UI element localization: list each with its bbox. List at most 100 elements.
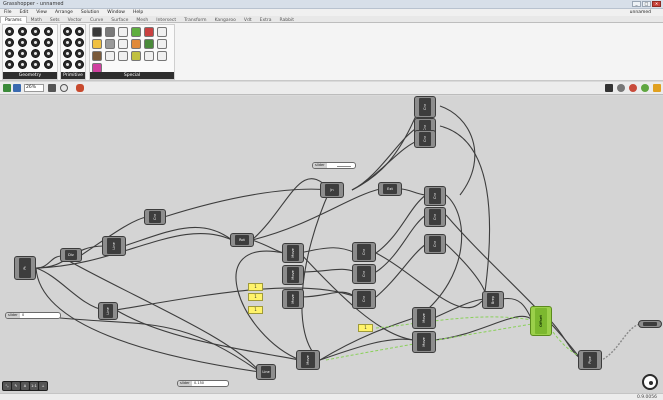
- move-node-5[interactable]: Move: [412, 331, 436, 353]
- mesh-param-icon[interactable]: [18, 49, 27, 58]
- gradient-icon[interactable]: [131, 27, 141, 37]
- point-param-icon[interactable]: [5, 27, 14, 36]
- control-knob-icon[interactable]: [92, 51, 102, 61]
- number-slider-bottom[interactable]: slider 0.150: [177, 380, 229, 387]
- path-param-icon[interactable]: [75, 60, 84, 69]
- curve-node-9[interactable]: Crv: [424, 207, 446, 227]
- slider-icon[interactable]: [105, 39, 115, 49]
- boolean-toggle-icon[interactable]: [92, 27, 102, 37]
- curve-node-5[interactable]: Crv: [414, 96, 436, 118]
- divide-node[interactable]: Div: [60, 248, 82, 262]
- value-list-icon[interactable]: [131, 51, 141, 61]
- document-name[interactable]: unnamed: [626, 9, 655, 15]
- point-node[interactable]: Pt: [14, 256, 36, 280]
- extend-node[interactable]: Ext: [378, 182, 402, 196]
- curve-node-7[interactable]: Crv: [414, 130, 436, 148]
- rotate-node[interactable]: Rot: [230, 233, 254, 247]
- no-preview-icon[interactable]: [605, 84, 613, 92]
- line-node-3[interactable]: Line: [256, 364, 276, 380]
- curve-node-8[interactable]: Crv: [424, 186, 446, 206]
- move-node-1[interactable]: Move: [282, 243, 304, 263]
- zoom-reset-icon[interactable]: 1:1: [30, 382, 38, 390]
- preview-param-node[interactable]: [638, 320, 662, 328]
- panel-3[interactable]: 1: [248, 306, 263, 314]
- surface-param-icon[interactable]: [31, 49, 40, 58]
- curve-node-10[interactable]: Crv: [424, 234, 446, 254]
- image-sampler-icon[interactable]: [144, 39, 154, 49]
- box-param-icon[interactable]: [44, 38, 53, 47]
- panel-1[interactable]: 1: [248, 283, 263, 291]
- boolean-param-icon[interactable]: [63, 27, 72, 36]
- curve-node-2[interactable]: Crv: [352, 242, 376, 262]
- move-node-6[interactable]: Move: [296, 350, 320, 370]
- pipe-node[interactable]: Pipe: [578, 350, 602, 370]
- minimize-button[interactable]: _: [632, 1, 641, 7]
- colour-swatch-icon[interactable]: [144, 27, 154, 37]
- integer-param-icon[interactable]: [75, 27, 84, 36]
- circle-param-icon[interactable]: [31, 27, 40, 36]
- menu-help[interactable]: Help: [129, 9, 147, 15]
- number-param-icon[interactable]: [63, 38, 72, 47]
- move-node-2[interactable]: Move: [282, 265, 304, 285]
- graph-canvas[interactable]: Pt Div Line Crv Rot Move Move Move Jn Ex…: [0, 96, 663, 393]
- zoom-extents-icon[interactable]: [48, 84, 56, 92]
- panel-4[interactable]: 1: [358, 324, 373, 332]
- open-file-icon[interactable]: [3, 84, 11, 92]
- line-node-2[interactable]: Line: [98, 302, 118, 320]
- text-icon[interactable]: A: [21, 382, 29, 390]
- window-titlebar: Grasshopper - unnamed _ □ ✕: [0, 0, 663, 9]
- menu-solution[interactable]: Solution: [77, 9, 103, 15]
- offset-node[interactable]: Offset: [530, 306, 552, 336]
- group-param-icon[interactable]: [5, 60, 14, 69]
- move-node-3[interactable]: Move: [282, 289, 304, 309]
- join-node[interactable]: Jn: [320, 182, 344, 198]
- panel-2[interactable]: 1: [248, 293, 263, 301]
- menu-edit[interactable]: Edit: [16, 9, 33, 15]
- save-file-icon[interactable]: [13, 84, 21, 92]
- align-icon[interactable]: ⟂: [39, 382, 47, 390]
- menu-arrange[interactable]: Arrange: [51, 9, 77, 15]
- curve-node[interactable]: Crv: [144, 209, 166, 225]
- plane-param-icon[interactable]: [31, 38, 40, 47]
- number-slider-left[interactable]: slider 0: [5, 312, 61, 319]
- menu-file[interactable]: File: [0, 9, 16, 15]
- brep-param-icon[interactable]: [5, 49, 14, 58]
- preview-eye-icon[interactable]: [60, 84, 68, 92]
- pan-icon[interactable]: ⤡: [3, 382, 11, 390]
- maximize-button[interactable]: □: [642, 1, 651, 7]
- curve-param-icon[interactable]: [5, 38, 14, 47]
- shaded-preview-icon[interactable]: [629, 84, 637, 92]
- twisted-box-icon[interactable]: [31, 60, 40, 69]
- field-param-icon[interactable]: [18, 60, 27, 69]
- menu-view[interactable]: View: [32, 9, 51, 15]
- button-icon[interactable]: [105, 27, 115, 37]
- text-param-icon[interactable]: [75, 38, 84, 47]
- domain-param-icon[interactable]: [63, 49, 72, 58]
- wireframe-preview-icon[interactable]: [617, 84, 625, 92]
- line-param-icon[interactable]: [18, 38, 27, 47]
- brep-node[interactable]: Brep: [482, 291, 504, 309]
- blank-icon-5: [105, 51, 115, 61]
- sketch-icon[interactable]: ✎: [12, 382, 20, 390]
- panel-icon[interactable]: [92, 39, 102, 49]
- line-node-1[interactable]: Line: [102, 236, 126, 256]
- number-slider-top[interactable]: slider: [312, 162, 356, 169]
- vector-param-icon[interactable]: [18, 27, 27, 36]
- selected-preview-icon[interactable]: [641, 84, 649, 92]
- menu-window[interactable]: Window: [103, 9, 129, 15]
- navigation-compass-icon[interactable]: [642, 374, 658, 390]
- tab-params[interactable]: Params: [0, 16, 27, 23]
- zoom-field[interactable]: 26%: [24, 84, 44, 92]
- geometry-param-icon[interactable]: [44, 49, 53, 58]
- matrix-param-icon[interactable]: [63, 60, 72, 69]
- transform-param-icon[interactable]: [44, 60, 53, 69]
- curve-node-3[interactable]: Crv: [352, 264, 376, 284]
- sketch-pen-icon[interactable]: [76, 84, 84, 92]
- close-button[interactable]: ✕: [652, 1, 661, 7]
- graph-mapper-icon[interactable]: [131, 39, 141, 49]
- move-node-4[interactable]: Move: [412, 307, 436, 329]
- document-preview-settings-icon[interactable]: [653, 84, 661, 92]
- curve-node-4[interactable]: Crv: [352, 289, 376, 309]
- arc-param-icon[interactable]: [44, 27, 53, 36]
- colour-param-icon[interactable]: [75, 49, 84, 58]
